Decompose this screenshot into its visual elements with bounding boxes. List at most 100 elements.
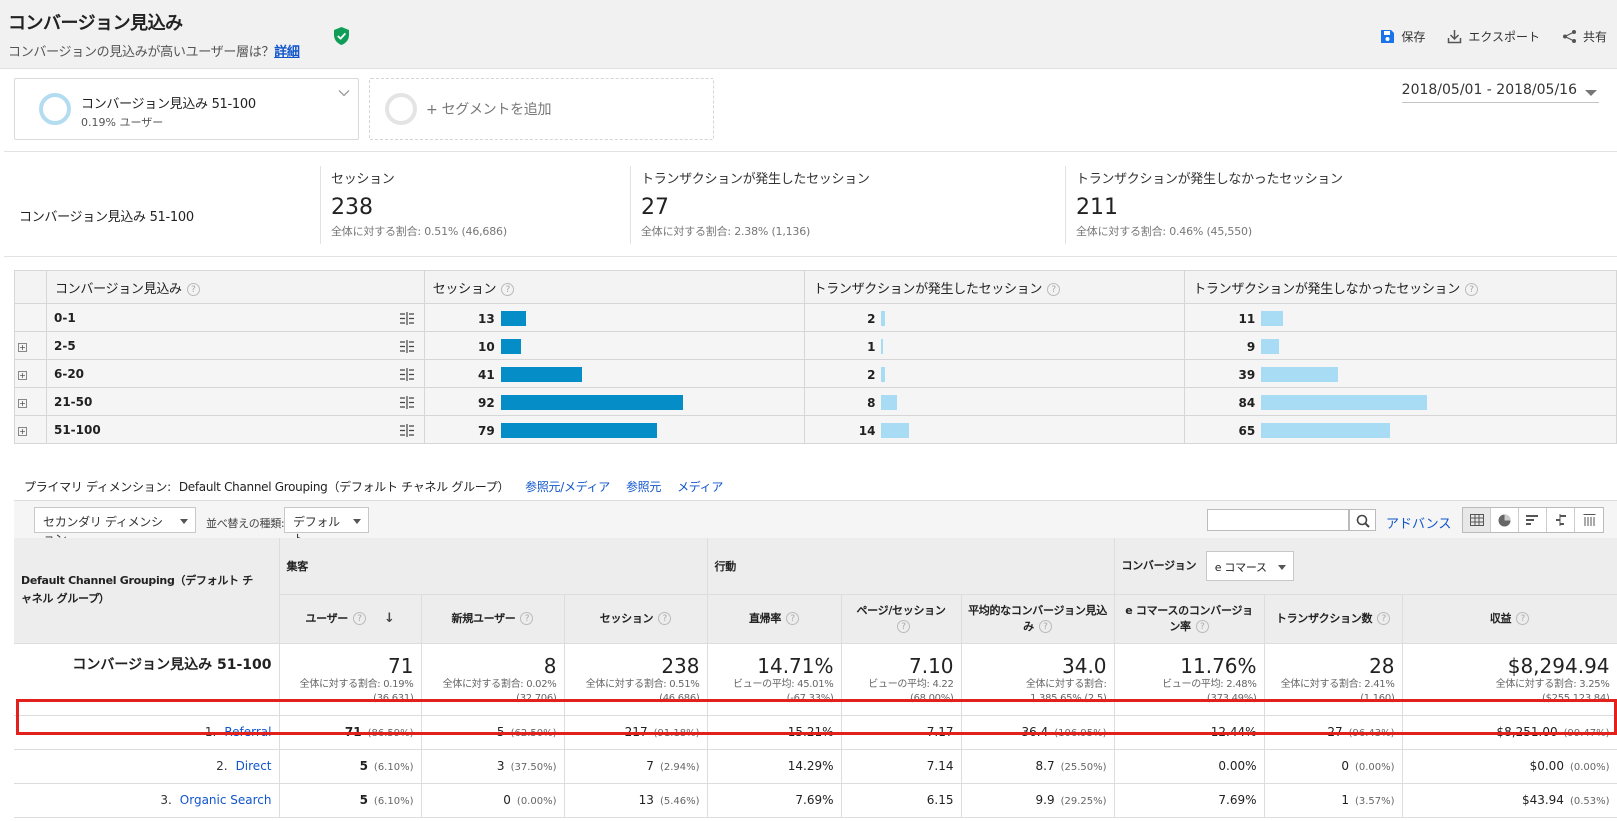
dimension-column-header[interactable]: Default Channel Grouping（デフォルト チャネル グループ… (14, 538, 280, 644)
summary-metric-sessions: セッション 238 全体に対する割合: 0.51% (46,686) (320, 166, 507, 244)
sort-type-dropdown[interactable]: デフォルト (284, 507, 369, 546)
channel-link[interactable]: Referral (224, 725, 271, 739)
help-icon[interactable]: ? (520, 612, 534, 625)
help-icon[interactable]: ? (786, 612, 800, 625)
bucket-tx-value: 2 (867, 368, 876, 382)
bucket-sessions-value: 79 (478, 424, 495, 438)
metric-share: (2.94%) (659, 762, 700, 773)
metric-value: 36.4 (1021, 725, 1049, 739)
export-button[interactable]: エクスポート (1447, 28, 1540, 45)
table-view-icon[interactable] (1463, 508, 1491, 532)
column-header[interactable]: e コマースのコンバージョン率? (1114, 594, 1265, 644)
column-header[interactable]: 直帰率? (707, 594, 842, 644)
totals-share: 全体に対する割合: 2.41% (1280, 678, 1395, 690)
primary-dimension-row: プライマリ ディメンション: Default Channel Grouping（… (24, 478, 723, 495)
pie-view-icon[interactable] (1491, 508, 1519, 532)
advanced-filter-link[interactable]: アドバンス (1386, 513, 1451, 532)
table-row: 2. Direct 5 (6.10%) 3 (37.50%) 7 (2.94%) 14.29% 7… (14, 749, 1617, 784)
metric-cell: 0 (0.00%) (421, 783, 565, 818)
help-icon[interactable]: ? (1377, 612, 1391, 625)
metric-cell: 15.21% (707, 715, 842, 750)
bucket-tx-value: 8 (867, 396, 876, 410)
expand-icon[interactable]: + (18, 370, 27, 380)
channel-link[interactable]: Direct (236, 759, 272, 773)
bucket-label: 21-50 (53, 394, 93, 409)
dimension-link-source-medium[interactable]: 参照元/メディア (525, 478, 610, 495)
bucket-notx-cell: 39 (1184, 359, 1617, 388)
help-icon[interactable]: ? (501, 282, 515, 296)
totals-cell: $8,294.94 全体に対する割合: 3.25% ($255,123.84) (1402, 643, 1617, 716)
bucket-label: 51-100 (53, 422, 101, 437)
metric-cell: 14.29% (707, 749, 842, 784)
column-header[interactable]: セッション? (564, 594, 708, 644)
page-subtitle: コンバージョンの見込みが高いユーザー層は？詳細 (8, 41, 300, 60)
chevron-down-icon[interactable] (338, 87, 350, 99)
totals-value: 238 (661, 653, 700, 678)
metric-share: (6.10%) (373, 762, 414, 773)
secondary-dimension-dropdown[interactable]: セカンダリ ディメンション (34, 507, 196, 546)
compare-icon[interactable] (399, 340, 414, 353)
column-header[interactable]: ユーザー? ↓ (279, 594, 422, 644)
compare-icon[interactable] (399, 312, 414, 325)
metric-value: 12.44% (1210, 725, 1257, 739)
metric-value: 71 (344, 725, 362, 739)
help-icon[interactable]: ? (1195, 620, 1209, 633)
column-header-label: 平均的なコンバージョン見込み (968, 603, 1107, 633)
help-icon[interactable]: ? (186, 282, 200, 296)
group-header-conversion: コンバージョン e コマース (1114, 538, 1617, 595)
search-button[interactable] (1349, 509, 1376, 531)
bucket-label: 6-20 (53, 366, 85, 381)
date-range-picker[interactable]: 2018/05/01 - 2018/05/16 (1401, 82, 1599, 103)
totals-value: 7.10 (908, 653, 954, 678)
compare-icon[interactable] (399, 396, 414, 409)
help-icon[interactable]: ? (1038, 620, 1052, 633)
expand-icon[interactable]: + (18, 426, 27, 436)
active-segment-card[interactable]: コンバージョン見込み 51-100 0.19% ユーザー (14, 78, 359, 140)
bucket-tx-bar (881, 367, 886, 382)
dimension-link-medium[interactable]: メディア (677, 478, 723, 495)
help-icon[interactable]: ? (1464, 282, 1478, 296)
column-header[interactable]: トランザクション数? (1264, 594, 1403, 644)
detail-link[interactable]: 詳細 (274, 45, 300, 60)
caret-down-icon (1277, 564, 1286, 570)
help-icon[interactable]: ? (897, 620, 911, 633)
expand-cell (14, 303, 47, 332)
help-icon[interactable]: ? (1516, 612, 1530, 625)
compare-icon[interactable] (399, 424, 414, 437)
metric-title: トランザクションが発生しなかったセッション (1076, 172, 1343, 187)
save-button[interactable]: 保存 (1380, 28, 1425, 45)
help-icon[interactable]: ? (353, 612, 366, 625)
bucket-notx-bar (1261, 339, 1280, 354)
pivot-view-icon[interactable] (1575, 508, 1603, 532)
share-icon (1562, 30, 1576, 43)
date-range-value: 2018/05/01 - 2018/05/16 (1401, 82, 1577, 98)
bucket-row: 0-1 13 2 11 (14, 303, 1617, 332)
expand-cell: + (14, 359, 47, 388)
comparison-view-icon[interactable] (1547, 508, 1575, 532)
metric-value: 5 (359, 759, 368, 773)
column-header[interactable]: ページ/セッション? (841, 594, 962, 644)
performance-view-icon[interactable] (1519, 508, 1547, 532)
table-search-input[interactable] (1207, 509, 1349, 531)
bucket-notx-value: 65 (1238, 424, 1256, 438)
column-header[interactable]: 収益? (1402, 594, 1617, 644)
conversion-type-dropdown[interactable]: e コマース (1205, 550, 1294, 581)
help-icon[interactable]: ? (1047, 282, 1061, 296)
channel-link[interactable]: Organic Search (180, 793, 272, 807)
metric-cell: 9.9 (29.25%) (961, 783, 1115, 818)
column-header[interactable]: 新規ユーザー? (421, 594, 565, 644)
compare-icon[interactable] (399, 368, 414, 381)
dimension-link-source[interactable]: 参照元 (626, 478, 661, 495)
help-icon[interactable]: ? (658, 612, 672, 625)
download-icon (1448, 30, 1462, 44)
segment-empty-circle-icon (385, 93, 417, 125)
share-button[interactable]: 共有 (1562, 28, 1607, 45)
metric-share: 全体に対する割合: 2.38% (1,136) (641, 225, 811, 238)
column-header[interactable]: 平均的なコンバージョン見込み? (961, 594, 1115, 644)
expand-icon[interactable]: + (18, 398, 27, 408)
expand-icon[interactable]: + (18, 342, 27, 352)
add-segment-card[interactable]: + セグメントを追加 (369, 78, 714, 140)
bucket-sessions-cell: 92 (424, 387, 806, 416)
sort-arrow-down-icon[interactable]: ↓ (384, 611, 395, 627)
bucket-label: 0-1 (53, 310, 76, 325)
